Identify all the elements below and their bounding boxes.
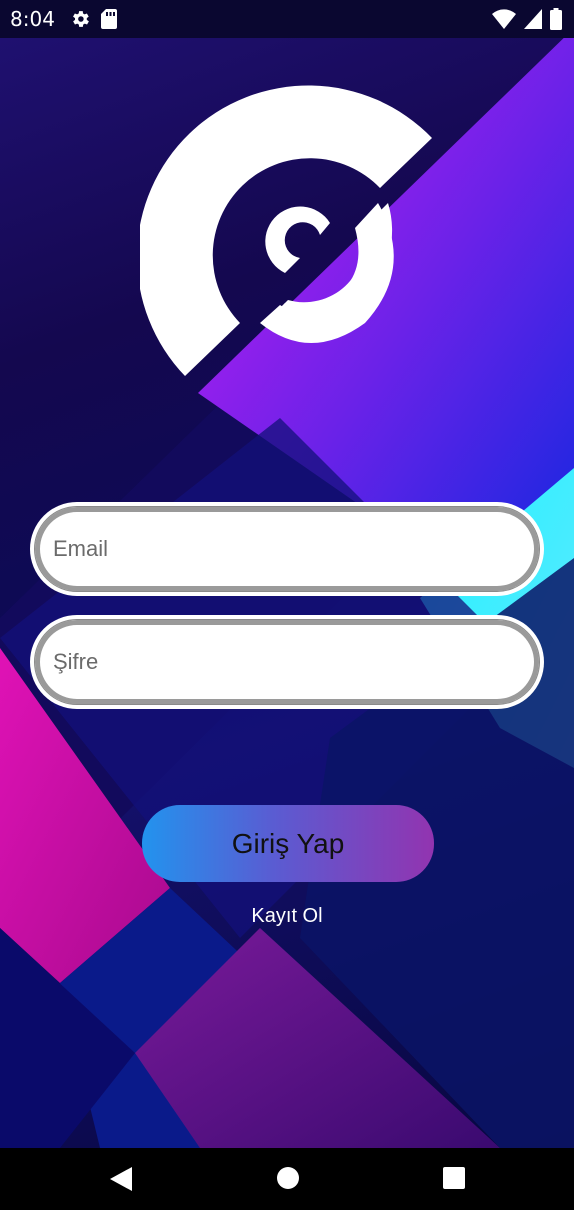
status-bar: 8:04 xyxy=(0,0,574,38)
app-logo xyxy=(140,85,432,376)
status-time: 8:04 xyxy=(10,7,55,31)
sd-card-icon xyxy=(100,9,117,29)
register-link[interactable]: Kayıt Ol xyxy=(0,905,574,928)
back-triangle-icon[interactable] xyxy=(110,1167,132,1196)
home-circle-icon[interactable] xyxy=(277,1167,299,1194)
background: Giriş Yap Kayıt Ol xyxy=(0,38,574,1148)
gear-icon xyxy=(69,8,91,30)
password-input[interactable] xyxy=(35,620,539,704)
login-button[interactable]: Giriş Yap xyxy=(142,805,434,882)
recents-square-icon[interactable] xyxy=(443,1167,465,1194)
password-field[interactable] xyxy=(34,619,540,705)
wifi-icon xyxy=(492,9,516,34)
cellular-signal-icon xyxy=(524,9,542,34)
battery-icon xyxy=(550,8,562,35)
email-field[interactable] xyxy=(34,506,540,592)
navigation-bar xyxy=(0,1148,574,1210)
email-input[interactable] xyxy=(35,507,539,591)
